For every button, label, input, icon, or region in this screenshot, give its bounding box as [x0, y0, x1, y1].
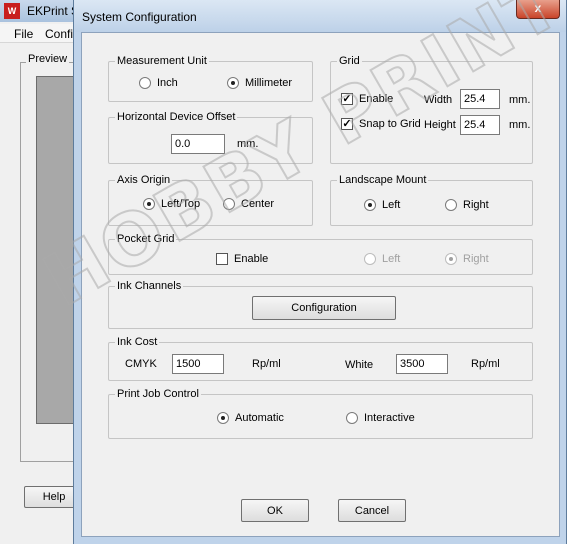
- horizontal-offset-input[interactable]: [171, 134, 225, 154]
- dialog-client-area: Measurement Unit Inch Millimeter Horizon…: [81, 32, 560, 537]
- cmyk-unit: Rp/ml: [252, 358, 281, 370]
- radio-millimeter-label: Millimeter: [245, 77, 293, 89]
- radio-interactive-label: Interactive: [364, 412, 415, 424]
- radio-automatic-indicator: [217, 412, 229, 424]
- grid-height-label: Height: [424, 119, 456, 131]
- measurement-unit-legend: Measurement Unit: [115, 55, 209, 67]
- preview-label: Preview: [26, 53, 70, 65]
- measurement-unit-group: Measurement Unit Inch Millimeter: [108, 55, 313, 102]
- pocket-grid-enable-checkbox[interactable]: Enable: [216, 253, 268, 265]
- radio-pocket-left-label: Left: [382, 253, 401, 265]
- radio-interactive-indicator: [346, 412, 358, 424]
- horizontal-offset-legend: Horizontal Device Offset: [115, 111, 238, 123]
- radio-automatic[interactable]: Automatic: [217, 412, 284, 424]
- grid-legend: Grid: [337, 55, 362, 67]
- radio-pocket-right[interactable]: Right: [445, 253, 489, 265]
- grid-enable-check-icon: ✓: [341, 93, 353, 105]
- background-app-title: EKPrint St: [27, 4, 75, 18]
- radio-center-indicator: [223, 198, 235, 210]
- radio-landscape-left[interactable]: Left: [364, 199, 400, 211]
- radio-pocket-left-indicator: [364, 253, 376, 265]
- radio-inch-indicator: [139, 77, 151, 89]
- radio-pocket-right-indicator: [445, 253, 457, 265]
- radio-interactive[interactable]: Interactive: [346, 412, 415, 424]
- snap-to-grid-label: Snap to Grid: [359, 118, 421, 130]
- radio-millimeter[interactable]: Millimeter: [227, 77, 292, 89]
- white-label: White: [345, 359, 374, 371]
- radio-automatic-label: Automatic: [235, 412, 284, 424]
- snap-to-grid-check-icon: ✓: [341, 118, 353, 130]
- radio-pocket-left[interactable]: Left: [364, 253, 400, 265]
- radio-center-label: Center: [241, 198, 275, 210]
- radio-left-top-label: Left/Top: [161, 198, 201, 210]
- pocket-grid-enable-box: [216, 253, 228, 265]
- landscape-mount-group: Landscape Mount Left Right: [330, 174, 533, 226]
- pocket-grid-legend: Pocket Grid: [115, 233, 177, 245]
- dialog-title: System Configuration: [82, 10, 197, 24]
- radio-center[interactable]: Center: [223, 198, 274, 210]
- grid-enable-checkbox[interactable]: ✓ Enable: [341, 93, 393, 105]
- axis-origin-group: Axis Origin Left/Top Center: [108, 174, 313, 226]
- snap-to-grid-checkbox[interactable]: ✓ Snap to Grid: [341, 118, 421, 130]
- app-logo-icon: W: [4, 3, 20, 19]
- grid-width-input[interactable]: [460, 89, 500, 109]
- dialog-titlebar[interactable]: System Configuration x: [74, 0, 566, 32]
- cancel-button[interactable]: Cancel: [338, 499, 406, 522]
- cmyk-cost-input[interactable]: [172, 354, 224, 374]
- ink-channels-group: Ink Channels Configuration: [108, 280, 533, 329]
- pocket-grid-enable-label: Enable: [234, 253, 269, 265]
- radio-landscape-right-indicator: [445, 199, 457, 211]
- grid-enable-label: Enable: [359, 93, 394, 105]
- radio-left-top[interactable]: Left/Top: [143, 198, 200, 210]
- ink-channels-legend: Ink Channels: [115, 280, 184, 292]
- white-unit: Rp/ml: [471, 358, 500, 370]
- white-cost-input[interactable]: [396, 354, 448, 374]
- grid-group: Grid ✓ Enable ✓ Snap to Grid Width mm. H…: [330, 55, 533, 164]
- radio-landscape-right[interactable]: Right: [445, 199, 489, 211]
- menu-file[interactable]: File: [14, 27, 33, 41]
- radio-millimeter-indicator: [227, 77, 239, 89]
- grid-width-unit: mm.: [509, 94, 531, 106]
- grid-height-input[interactable]: [460, 115, 500, 135]
- ok-button[interactable]: OK: [241, 499, 309, 522]
- landscape-mount-legend: Landscape Mount: [337, 174, 429, 186]
- system-configuration-dialog: System Configuration x Measurement Unit …: [73, 0, 567, 544]
- radio-pocket-right-label: Right: [463, 253, 489, 265]
- radio-left-top-indicator: [143, 198, 155, 210]
- grid-height-unit: mm.: [509, 119, 531, 131]
- grid-width-label: Width: [424, 94, 453, 106]
- radio-inch[interactable]: Inch: [139, 77, 178, 89]
- radio-landscape-left-label: Left: [382, 199, 401, 211]
- horizontal-offset-unit: mm.: [237, 138, 259, 150]
- ink-configuration-button[interactable]: Configuration: [252, 296, 396, 320]
- close-icon[interactable]: x: [516, 0, 560, 19]
- axis-origin-legend: Axis Origin: [115, 174, 173, 186]
- radio-inch-label: Inch: [157, 77, 178, 89]
- print-job-control-group: Print Job Control Automatic Interactive: [108, 388, 533, 439]
- ink-cost-legend: Ink Cost: [115, 336, 160, 348]
- radio-landscape-left-indicator: [364, 199, 376, 211]
- ink-cost-group: Ink Cost CMYK Rp/ml White Rp/ml: [108, 336, 533, 381]
- cmyk-label: CMYK: [125, 358, 157, 370]
- pocket-grid-group: Pocket Grid Enable Left Right: [108, 233, 533, 275]
- print-job-control-legend: Print Job Control: [115, 388, 201, 400]
- radio-landscape-right-label: Right: [463, 199, 489, 211]
- horizontal-offset-group: Horizontal Device Offset mm.: [108, 111, 313, 164]
